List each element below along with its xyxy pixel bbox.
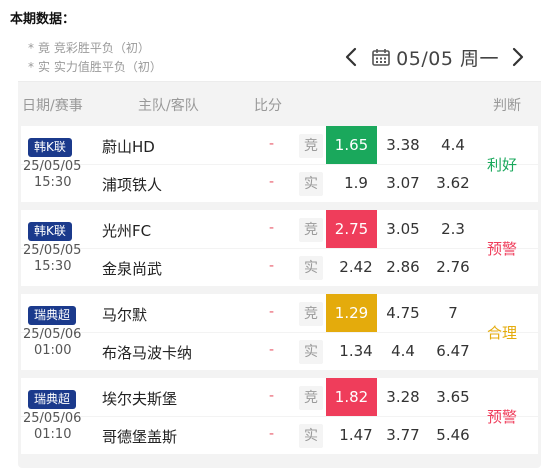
type-shi-tag: 实	[299, 424, 323, 448]
next-date-button[interactable]	[507, 42, 529, 72]
panel-header: * 竟 竞彩胜平负（初） * 实 实力值胜平负（初） 05/05 周一	[18, 32, 541, 82]
match-date: 25/05/05	[23, 243, 82, 258]
row-divider	[21, 164, 538, 165]
away-team: 布洛马波卡纳	[102, 344, 193, 362]
legend-shi: * 实 实力值胜平负（初）	[28, 58, 162, 75]
jing-draw-odd: 3.05	[386, 220, 420, 238]
chevron-right-icon	[512, 47, 524, 67]
col-teams: 主队/客队	[138, 98, 199, 114]
type-jing-tag: 竞	[299, 134, 323, 158]
jing-lose-odd: 7	[448, 304, 458, 322]
odds-panel: * 竟 竞彩胜平负（初） * 实 实力值胜平负（初） 05/05 周一 日期/赛事 …	[18, 32, 541, 468]
score-away: -	[269, 426, 275, 442]
match-time: 15:30	[34, 175, 72, 190]
shi-draw-odd: 2.86	[386, 258, 420, 276]
legend-star: *	[28, 60, 34, 74]
legend-shi-text: 实力值胜平负（初）	[53, 60, 162, 74]
match-card[interactable]: 瑞典超 25/05/06 01:00 马尔默 布洛马波卡纳 - - 竞 实 1.…	[21, 294, 538, 370]
match-card[interactable]: 瑞典超 25/05/06 01:10 埃尔夫斯堡 哥德堡盖斯 - - 竞 实 1…	[21, 378, 538, 454]
type-jing-tag: 竞	[299, 218, 323, 242]
type-shi-tag: 实	[299, 256, 323, 280]
shi-win-odd: 1.9	[344, 174, 368, 192]
legend-star: *	[28, 41, 34, 55]
score-home: -	[269, 136, 275, 152]
match-time: 15:30	[34, 259, 72, 274]
home-team: 马尔默	[102, 306, 148, 324]
jing-win-odd: 2.75	[326, 210, 377, 248]
page-title: 本期数据：	[10, 12, 76, 27]
away-team: 哥德堡盖斯	[102, 428, 178, 446]
shi-lose-odd: 5.46	[436, 426, 470, 444]
away-team: 金泉尚武	[102, 260, 163, 278]
shi-draw-odd: 4.4	[391, 342, 415, 360]
col-judgement: 判断	[493, 98, 521, 114]
col-date-league: 日期/赛事	[22, 98, 83, 114]
shi-draw-odd: 3.07	[386, 174, 420, 192]
legend-shi-tag: 实	[38, 60, 51, 74]
score-away: -	[269, 174, 275, 190]
type-jing-tag: 竞	[299, 386, 323, 410]
verdict-label: 合理	[487, 324, 518, 342]
date-navigator: 05/05 周一	[340, 42, 529, 72]
legend-jing-tag: 竟	[38, 41, 51, 55]
shi-win-odd: 1.47	[339, 426, 373, 444]
shi-win-odd: 2.42	[339, 258, 373, 276]
calendar-icon[interactable]	[370, 46, 392, 68]
score-home: -	[269, 304, 275, 320]
jing-lose-odd: 3.65	[436, 388, 470, 406]
match-date: 25/05/06	[23, 411, 82, 426]
home-team: 光州FC	[102, 222, 152, 240]
away-team: 浦项铁人	[102, 176, 163, 194]
jing-win-odd: 1.82	[326, 378, 377, 416]
home-team: 埃尔夫斯堡	[102, 390, 178, 408]
row-divider	[21, 416, 538, 417]
league-badge: 韩K联	[28, 138, 72, 157]
jing-lose-odd: 4.4	[441, 136, 465, 154]
jing-win-odd: 1.65	[326, 126, 377, 164]
score-home: -	[269, 388, 275, 404]
jing-draw-odd: 3.38	[386, 136, 420, 154]
league-badge: 瑞典超	[28, 306, 77, 325]
home-team: 蔚山HD	[102, 138, 155, 156]
match-card[interactable]: 韩K联 25/05/05 15:30 光州FC 金泉尚武 - - 竞 实 2.7…	[21, 210, 538, 286]
type-jing-tag: 竞	[299, 302, 323, 326]
jing-draw-odd: 3.28	[386, 388, 420, 406]
jing-draw-odd: 4.75	[386, 304, 420, 322]
verdict-label: 预警	[487, 240, 518, 258]
shi-win-odd: 1.34	[339, 342, 373, 360]
jing-lose-odd: 2.3	[441, 220, 465, 238]
match-card[interactable]: 韩K联 25/05/05 15:30 蔚山HD 浦项铁人 - - 竞 实 1.6…	[21, 126, 538, 202]
legend-jing-text: 竞彩胜平负（初）	[53, 41, 150, 55]
col-score: 比分	[254, 98, 282, 114]
type-shi-tag: 实	[299, 172, 323, 196]
score-away: -	[269, 258, 275, 274]
column-header: 日期/赛事 主队/客队 比分 判断	[18, 84, 541, 122]
verdict-label: 预警	[487, 408, 518, 426]
league-badge: 瑞典超	[28, 390, 77, 409]
row-divider	[21, 332, 538, 333]
jing-win-odd: 1.29	[326, 294, 377, 332]
type-shi-tag: 实	[299, 340, 323, 364]
league-badge: 韩K联	[28, 222, 72, 241]
score-home: -	[269, 220, 275, 236]
current-date[interactable]: 05/05 周一	[396, 44, 499, 71]
match-time: 01:00	[34, 343, 72, 358]
score-away: -	[269, 342, 275, 358]
prev-date-button[interactable]	[340, 42, 362, 72]
row-divider	[21, 248, 538, 249]
shi-lose-odd: 2.76	[436, 258, 470, 276]
chevron-left-icon	[346, 47, 357, 67]
legend-jing: * 竟 竞彩胜平负（初）	[28, 39, 150, 56]
shi-lose-odd: 6.47	[436, 342, 470, 360]
match-date: 25/05/06	[23, 327, 82, 342]
match-time: 01:10	[34, 427, 72, 442]
match-date: 25/05/05	[23, 159, 82, 174]
shi-draw-odd: 3.77	[386, 426, 420, 444]
shi-lose-odd: 3.62	[436, 174, 470, 192]
verdict-label: 利好	[487, 156, 518, 174]
